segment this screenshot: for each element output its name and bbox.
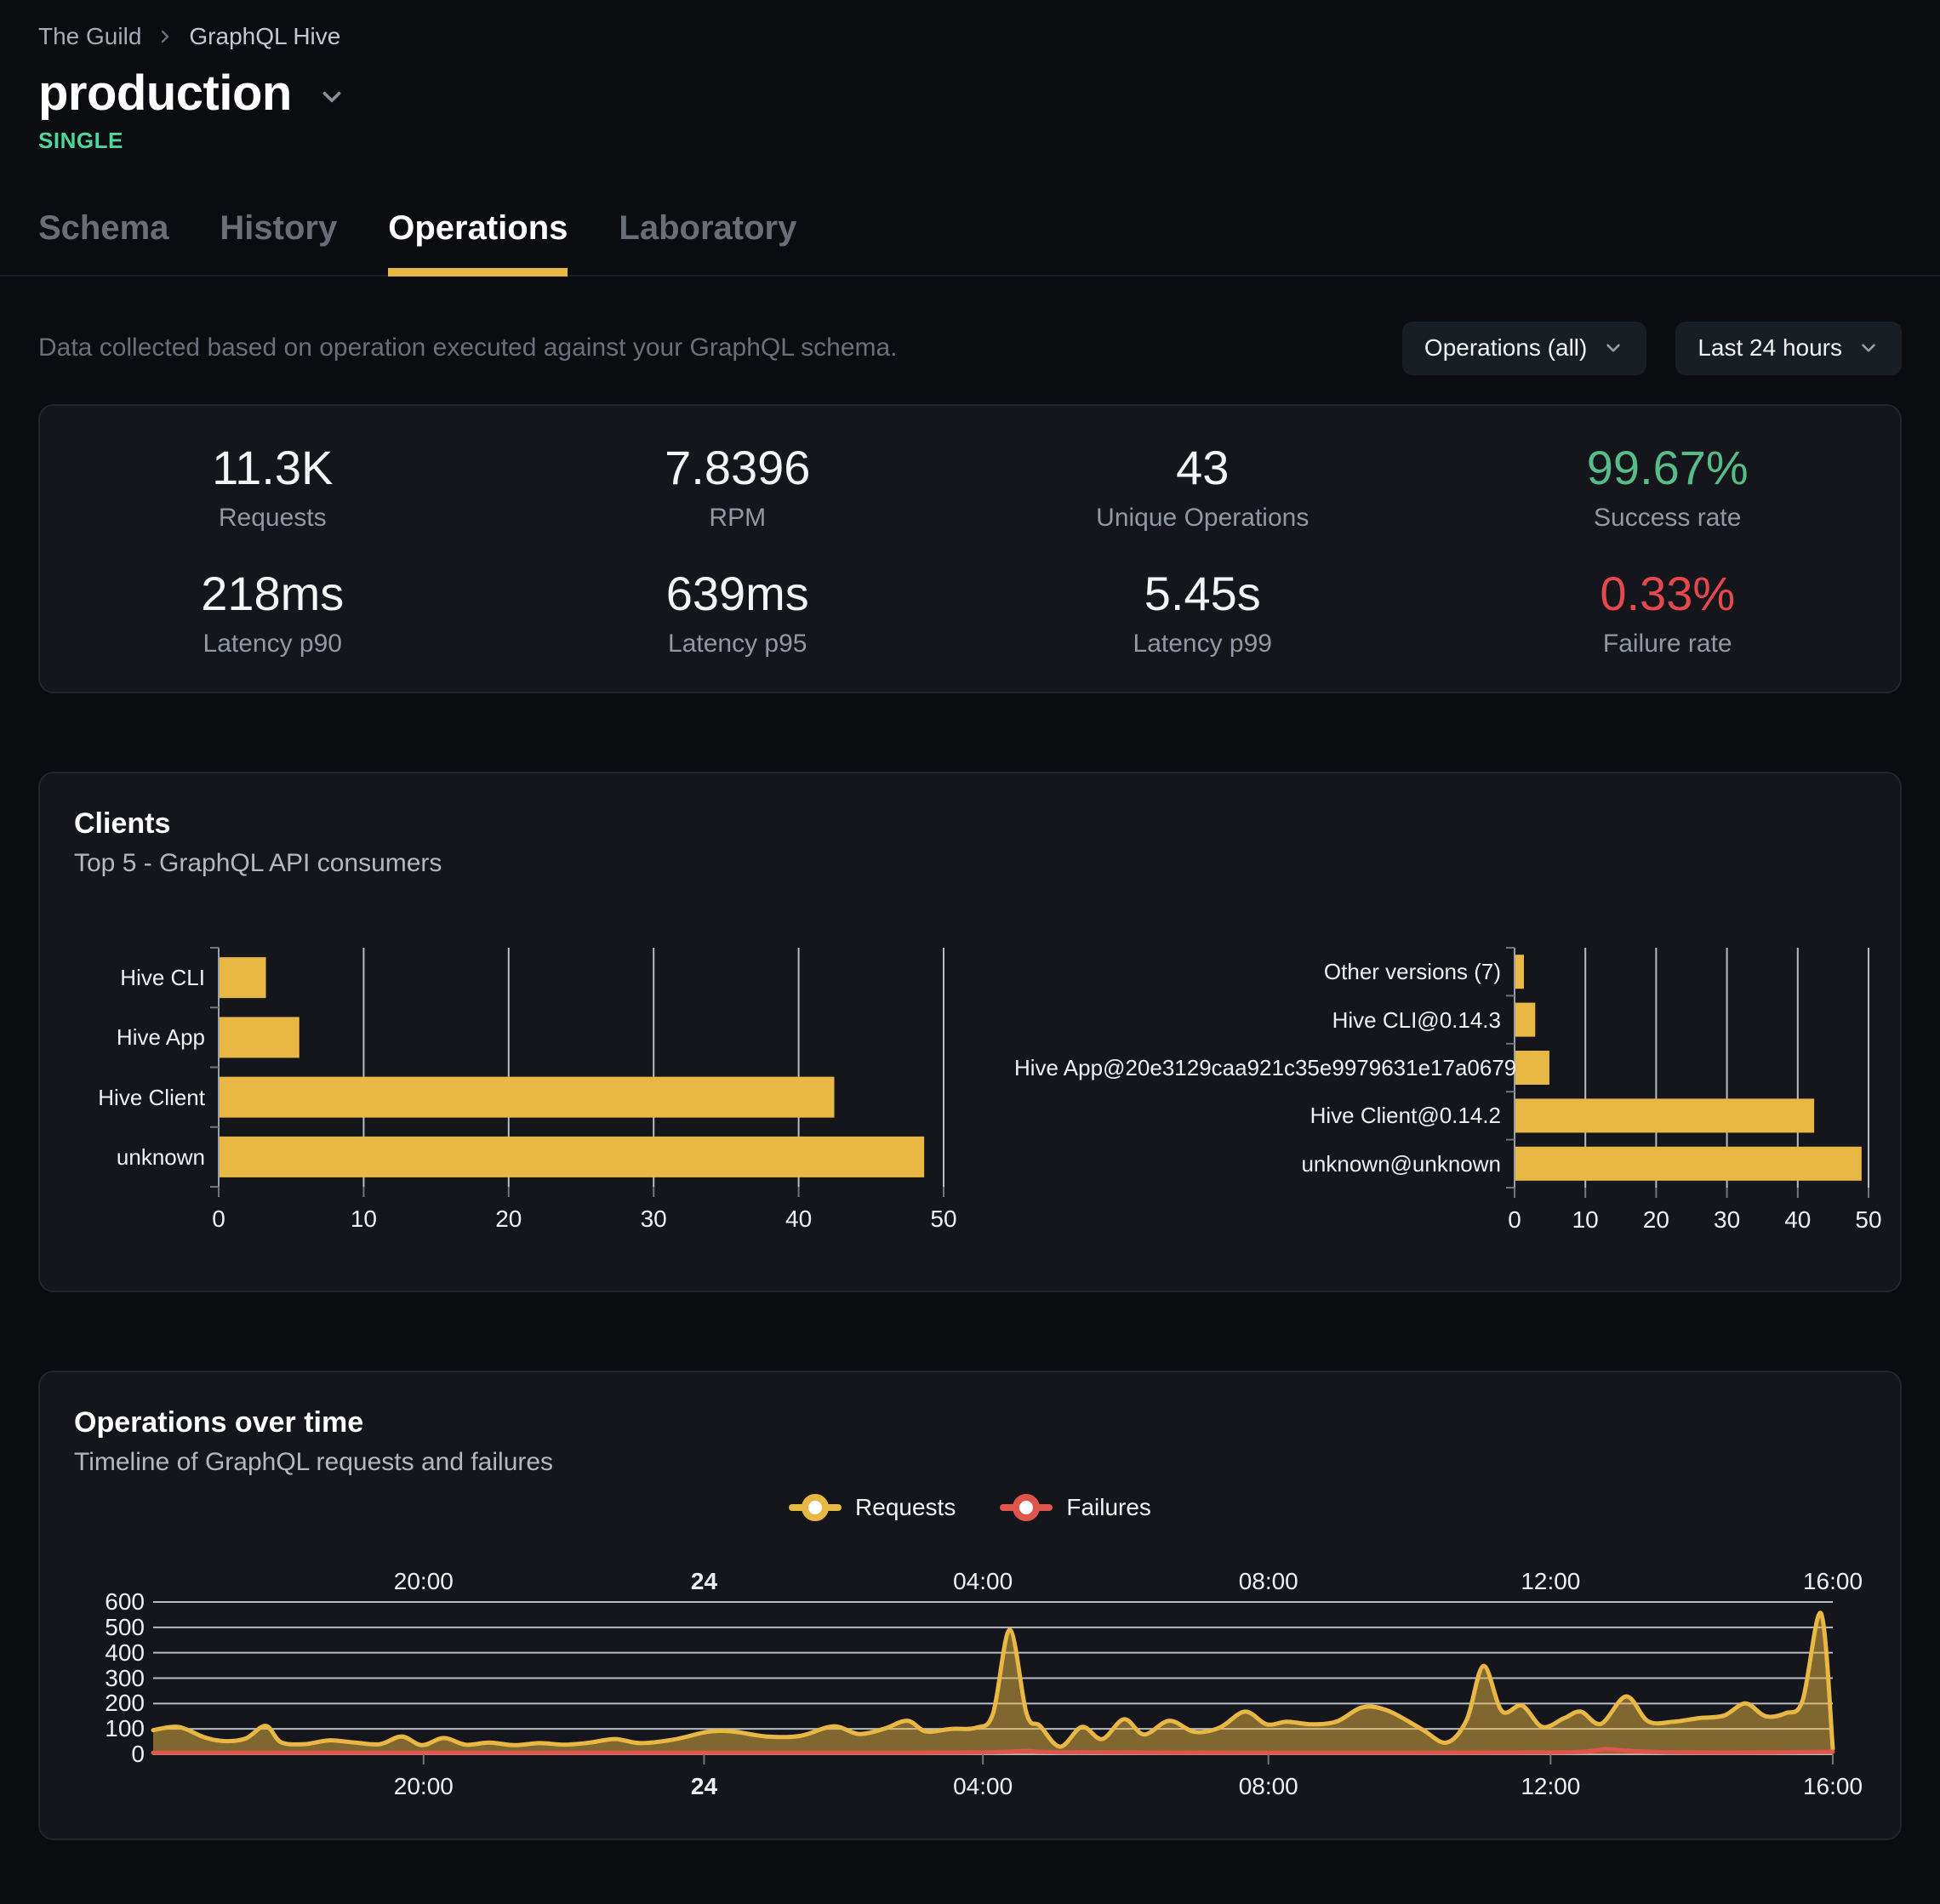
stat-latency-p99: 5.45s Latency p99: [970, 549, 1435, 675]
category-label: unknown: [74, 1143, 205, 1171]
y-axis-label: 500: [104, 1615, 145, 1640]
time-label-top: 12:00: [1491, 1568, 1610, 1595]
time-label-top: 24: [644, 1568, 763, 1595]
timeline-legend: Requests Failures: [40, 1494, 1900, 1521]
bar: [1515, 1147, 1862, 1181]
tick-label: 50: [1834, 1206, 1903, 1234]
breadcrumb-org[interactable]: The Guild: [38, 23, 141, 50]
stats-panel: 11.3K Requests 7.8396 RPM 43 Unique Oper…: [38, 404, 1902, 693]
y-axis-label: 0: [104, 1742, 145, 1767]
stat-success-rate: 99.67% Success rate: [1435, 423, 1901, 549]
category-label: Hive Client: [74, 1084, 205, 1111]
requests-marker-icon: [789, 1504, 842, 1511]
bar: [220, 1077, 834, 1118]
operations-over-time-panel: Operations over time Timeline of GraphQL…: [38, 1371, 1902, 1840]
y-axis-label: 600: [104, 1589, 145, 1615]
failures-marker-icon: [1000, 1504, 1053, 1511]
operations-filter-dropdown[interactable]: Operations (all): [1402, 322, 1646, 375]
stat-unique-operations: 43 Unique Operations: [970, 423, 1435, 549]
bar: [220, 957, 266, 998]
bar: [220, 1137, 924, 1177]
time-label-bottom: 16:00: [1773, 1773, 1892, 1800]
tick-label: 40: [1764, 1206, 1832, 1234]
tick-label: 20: [475, 1206, 543, 1233]
tick-label: 10: [329, 1206, 397, 1233]
time-label-bottom: 20:00: [364, 1773, 483, 1800]
tick-label: 10: [1551, 1206, 1619, 1234]
time-label-top: 08:00: [1209, 1568, 1328, 1595]
stat-failure-rate: 0.33% Failure rate: [1435, 549, 1901, 675]
legend-failures[interactable]: Failures: [1000, 1494, 1151, 1521]
category-label: Hive CLI@0.14.3: [1014, 1006, 1501, 1034]
time-label-bottom: 04:00: [923, 1773, 1042, 1800]
tick-label: 30: [1693, 1206, 1761, 1234]
bar: [1515, 1003, 1535, 1037]
legend-requests[interactable]: Requests: [789, 1494, 956, 1521]
chevron-down-icon: [1602, 337, 1624, 359]
time-label-bottom: 12:00: [1491, 1773, 1610, 1800]
y-axis-label: 100: [104, 1716, 145, 1742]
clients-panel: Clients Top 5 - GraphQL API consumers Hi…: [38, 772, 1902, 1292]
operations-over-time-title: Operations over time: [40, 1372, 1900, 1439]
chevron-right-icon: [155, 26, 175, 47]
tick-label: 50: [910, 1206, 978, 1233]
breadcrumb-project[interactable]: GraphQL Hive: [189, 23, 340, 50]
time-label-top: 16:00: [1773, 1568, 1892, 1595]
status-badge: SINGLE: [38, 128, 1902, 153]
stat-latency-p95: 639ms Latency p95: [505, 549, 971, 675]
category-label: Hive App@20e3129caa921c35e9979631e17a067…: [1014, 1054, 1501, 1081]
time-label-top: 04:00: [923, 1568, 1042, 1595]
operations-timeline-chart: 20:00 20:00 24 24 04:00 04:00 08:00 08:00 12:00 1…: [104, 1568, 1869, 1806]
tick-label: 20: [1622, 1206, 1690, 1234]
tab-history[interactable]: History: [220, 199, 337, 276]
operations-over-time-subtitle: Timeline of GraphQL requests and failure…: [40, 1439, 1900, 1477]
time-range-value: Last 24 hours: [1698, 334, 1842, 362]
bar: [1515, 1098, 1814, 1132]
tab-operations[interactable]: Operations: [388, 199, 568, 276]
time-label-bottom: 24: [644, 1773, 763, 1800]
tab-schema[interactable]: Schema: [38, 199, 168, 276]
category-label: Hive App: [74, 1023, 205, 1051]
time-label-bottom: 08:00: [1209, 1773, 1328, 1800]
category-label: unknown@unknown: [1014, 1150, 1501, 1177]
tab-bar: Schema History Operations Laboratory: [0, 199, 1940, 276]
requests-area: [153, 1613, 1833, 1754]
y-axis-label: 400: [104, 1640, 145, 1666]
description-text: Data collected based on operation execut…: [38, 333, 898, 362]
breadcrumb: The Guild GraphQL Hive: [38, 24, 1902, 49]
time-range-dropdown[interactable]: Last 24 hours: [1675, 322, 1902, 375]
time-label-top: 20:00: [364, 1568, 483, 1595]
target-selector[interactable]: production: [38, 60, 1902, 126]
stat-requests: 11.3K Requests: [40, 423, 505, 549]
stat-latency-p90: 218ms Latency p90: [40, 549, 505, 675]
tab-laboratory[interactable]: Laboratory: [619, 199, 796, 276]
bar: [220, 1017, 300, 1057]
chevron-down-icon: [317, 83, 346, 111]
clients-by-version-chart: Other versions (7) Hive CLI@0.14.3 Hive Ap…: [1014, 948, 1903, 1234]
bar: [1515, 1051, 1549, 1085]
tick-label: 30: [619, 1206, 688, 1233]
tick-label: 0: [1481, 1206, 1549, 1234]
tick-label: 0: [185, 1206, 253, 1233]
category-label: Other versions (7): [1014, 958, 1501, 985]
page-title: production: [38, 65, 292, 122]
operations-dashboard: The Guild GraphQL Hive production SINGLE…: [0, 0, 1940, 1904]
clients-title: Clients: [40, 773, 1900, 841]
stat-rpm: 7.8396 RPM: [505, 423, 971, 549]
chevron-down-icon: [1857, 337, 1880, 359]
clients-by-name-chart: Hive CLI Hive App Hive Client unknown 0 10 20 3…: [74, 948, 980, 1234]
y-axis-label: 200: [104, 1690, 145, 1716]
tick-label: 40: [765, 1206, 833, 1233]
controls-row: Data collected based on operation execut…: [38, 321, 1902, 375]
y-axis-label: 300: [104, 1666, 145, 1691]
operations-filter-value: Operations (all): [1424, 334, 1587, 362]
bar: [1515, 955, 1524, 989]
clients-subtitle: Top 5 - GraphQL API consumers: [40, 841, 1900, 878]
category-label: Hive CLI: [74, 964, 205, 991]
category-label: Hive Client@0.14.2: [1014, 1102, 1501, 1129]
